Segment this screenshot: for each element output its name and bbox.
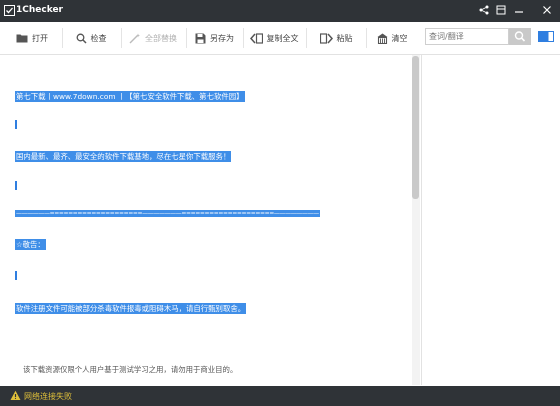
text-line: 软件注册文件可能被部分杀毒软件报毒或阻碍木马，请自行甄别取舍。 [15, 303, 247, 314]
text-line: 该下载资源仅限个人用户基于测试学习之用，请勿用于商业目的。 [23, 365, 238, 374]
app-logo-icon [4, 5, 15, 16]
text-caret [15, 120, 17, 129]
text-line: 国内最新、最齐、最安全的软件下载基地，尽在七星你下载服务！ [15, 151, 232, 162]
side-panel-toggle-icon[interactable] [538, 31, 554, 42]
text-editor[interactable]: 第七下载丨www.7down.com 丨【第七安全软件下载、第七软件园】 国内最… [0, 55, 410, 385]
title-bar: 1Checker [0, 0, 560, 22]
copy-arrow-icon [249, 32, 263, 44]
text-line: ——————====================———————=======… [15, 210, 320, 217]
replace-all-button[interactable]: 全部替换 [122, 22, 184, 54]
warning-icon [10, 390, 21, 400]
app-title: 1Checker [16, 5, 63, 15]
clear-button-label: 清空 [391, 33, 408, 43]
text-caret [15, 181, 17, 190]
close-icon[interactable] [541, 4, 553, 16]
save-as-button[interactable]: 另存为 [187, 22, 242, 54]
search-button[interactable] [509, 28, 531, 45]
status-message: 网络连接失败 [24, 392, 72, 401]
search-box [425, 28, 512, 45]
minimize-icon[interactable] [513, 4, 525, 16]
save-as-button-label: 另存为 [210, 33, 234, 43]
search-input[interactable] [426, 29, 512, 44]
wand-icon [129, 33, 140, 43]
text-caret [15, 271, 17, 280]
paste-button-label: 粘贴 [336, 33, 353, 43]
check-button-label: 检查 [90, 33, 107, 43]
status-bar: 网络连接失败 [0, 386, 560, 406]
clear-button[interactable]: 清空 [367, 22, 417, 54]
open-button[interactable]: 打开 [4, 22, 60, 54]
open-button-label: 打开 [32, 33, 48, 43]
share-icon[interactable] [478, 4, 490, 16]
copy-all-button[interactable]: 复制全文 [244, 22, 304, 54]
copy-all-button-label: 复制全文 [266, 33, 299, 43]
check-button[interactable]: 检查 [63, 22, 119, 54]
skin-icon[interactable] [495, 4, 507, 16]
paste-button[interactable]: 粘贴 [307, 22, 365, 54]
clear-icon [377, 33, 387, 44]
text-line: 第七下载丨www.7down.com 丨【第七安全软件下载、第七软件园】 [15, 91, 245, 102]
text-line: ☆敬告： [15, 239, 46, 250]
save-icon [195, 33, 206, 43]
editor-scrollbar-thumb[interactable] [412, 56, 419, 199]
results-panel [422, 55, 560, 385]
paste-arrow-icon [319, 32, 333, 44]
search-icon [514, 31, 526, 42]
folder-icon [16, 34, 28, 43]
search-icon [76, 33, 87, 44]
replace-all-button-label: 全部替换 [145, 33, 177, 43]
